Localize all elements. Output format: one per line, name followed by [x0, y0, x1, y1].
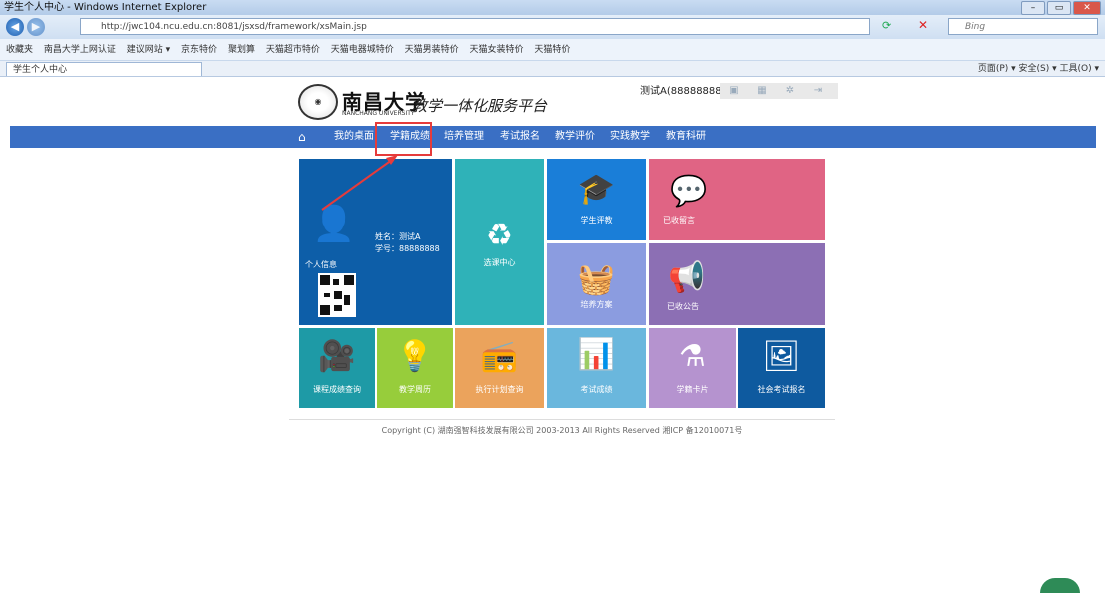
tile-training-plan[interactable]: 🧺 培养方案: [547, 243, 646, 325]
student-name: 姓名：测试A: [375, 232, 421, 241]
radio-icon: 📻: [480, 339, 519, 374]
favorite-item[interactable]: 天猫超市特价: [266, 45, 320, 55]
tile-teaching-calendar[interactable]: 💡 教学周历: [377, 328, 453, 408]
avatar[interactable]: ▣: [720, 83, 748, 99]
tile-student-eval[interactable]: 🎓 学生评教: [547, 159, 646, 240]
favorite-item[interactable]: 天猫特价: [534, 45, 570, 55]
speech-bubble-icon: 💬: [670, 174, 708, 209]
student-id: 学号：88888888: [375, 244, 440, 253]
tab-bar: 学生个人中心 页面(P) ▾ 安全(S) ▾ 工具(O) ▾: [0, 61, 1105, 77]
favorites-bar: 收藏夹 南昌大学上网认证 建议网站 ▾ 京东特价 聚划算 天猫超市特价 天猫电器…: [0, 39, 1105, 61]
minimize-button[interactable]: –: [1021, 1, 1045, 15]
grid-icon[interactable]: ▦: [748, 83, 776, 99]
tile-label: 教学周历: [399, 385, 431, 394]
tile-exec-plan[interactable]: 📻 执行计划查询: [455, 328, 544, 408]
favorite-item[interactable]: 天猫电器城特价: [331, 45, 394, 55]
tile-label: 个人信息: [305, 260, 337, 269]
tile-label: 已收留言: [663, 216, 695, 225]
lamp-icon: 💡: [396, 339, 434, 374]
favorite-item[interactable]: 京东特价: [181, 45, 217, 55]
university-name-en: NANCHANG UNIVERSITY: [342, 110, 415, 117]
refresh-icon[interactable]: ⟳: [882, 19, 891, 32]
search-input[interactable]: Bing: [948, 18, 1098, 35]
browser-tab[interactable]: 学生个人中心: [6, 62, 202, 76]
command-bar[interactable]: 页面(P) ▾ 安全(S) ▾ 工具(O) ▾: [978, 62, 1099, 76]
tile-status-card[interactable]: ⚗ 学籍卡片: [649, 328, 736, 408]
tile-social-exam[interactable]: 🖼 社会考试报名: [738, 328, 825, 408]
tile-label: 已收公告: [667, 302, 699, 311]
university-emblem-icon: ◉: [298, 84, 338, 120]
nav-item-exam-signup[interactable]: 考试报名: [500, 126, 540, 148]
graduation-cap-icon: 🎓: [577, 172, 616, 207]
flask-icon: ⚗: [679, 339, 706, 374]
bar-chart-icon: 📊: [577, 337, 616, 372]
favorite-item[interactable]: 建议网站 ▾: [127, 45, 170, 55]
close-button[interactable]: ✕: [1073, 1, 1101, 15]
back-icon[interactable]: ◀: [6, 18, 24, 36]
tile-received-notice[interactable]: 📢 已收公告: [649, 243, 825, 325]
favorite-item[interactable]: 天猫女装特价: [470, 45, 524, 55]
highlight-box: [375, 122, 432, 156]
home-icon[interactable]: ⌂: [298, 126, 306, 148]
address-bar[interactable]: http://jwc104.ncu.edu.cn:8081/jsxsd/fram…: [80, 18, 870, 35]
tile-label: 执行计划查询: [475, 385, 524, 394]
window-title-bar: 学生个人中心 - Windows Internet Explorer – ▭ ✕: [0, 0, 1105, 15]
tile-course-center[interactable]: ♻ 选课中心: [455, 159, 544, 325]
basket-icon: 🧺: [577, 262, 616, 297]
forward-icon[interactable]: ▶: [27, 18, 45, 36]
platform-title: 教学一体化服务平台: [412, 97, 548, 115]
copyright-text: Copyright (C) 湖南强智科技发展有限公司 2003-2013 All…: [381, 426, 743, 435]
user-icon: 👤: [312, 204, 356, 244]
nav-item-practice[interactable]: 实践教学: [610, 126, 650, 148]
easel-icon: 🖼: [762, 339, 801, 374]
logout-icon[interactable]: ⇥: [804, 83, 832, 99]
tile-label: 考试成绩: [580, 385, 613, 394]
footer-divider: [289, 419, 835, 420]
qr-code-icon: [318, 273, 356, 317]
tile-course-grades[interactable]: 🎥 课程成绩查询: [299, 328, 375, 408]
maximize-button[interactable]: ▭: [1047, 1, 1071, 15]
favorite-item[interactable]: 南昌大学上网认证: [44, 45, 116, 55]
nav-item-desktop[interactable]: 我的桌面: [334, 126, 374, 148]
window-title: 学生个人中心 - Windows Internet Explorer: [4, 2, 207, 13]
gear-icon[interactable]: ✲: [776, 83, 804, 99]
tile-label: 培养方案: [580, 300, 613, 309]
tile-exam-grades[interactable]: 📊 考试成绩: [547, 328, 646, 408]
tile-received-msgs[interactable]: 💬 已收留言: [649, 159, 825, 240]
favorite-item[interactable]: 聚划算: [228, 45, 255, 55]
tile-label: 学籍卡片: [676, 385, 709, 394]
tile-label: 学生评教: [580, 216, 613, 225]
video-camera-icon: 🎥: [318, 339, 356, 374]
favorite-item[interactable]: 天猫男装特价: [405, 45, 459, 55]
nav-item-research[interactable]: 教育科研: [666, 126, 706, 148]
status-badge: [1040, 578, 1080, 593]
tile-label: 社会考试报名: [757, 385, 806, 394]
tile-label: 选课中心: [483, 258, 516, 267]
browser-nav-bar: ◀ ▶ http://jwc104.ncu.edu.cn:8081/jsxsd/…: [0, 15, 1105, 39]
nav-item-training[interactable]: 培养管理: [444, 126, 484, 148]
nav-item-teaching-eval[interactable]: 教学评价: [555, 126, 595, 148]
recycle-icon: ♻: [486, 218, 513, 253]
megaphone-icon: 📢: [668, 260, 706, 295]
tile-label: 课程成绩查询: [313, 385, 361, 394]
user-toolbar: ▣ ▦ ✲ ⇥: [720, 83, 838, 99]
main-nav: ⌂ 我的桌面 学籍成绩 培养管理 考试报名 教学评价 实践教学 教育科研: [10, 126, 1096, 148]
favorite-item[interactable]: 收藏夹: [6, 45, 33, 55]
stop-icon[interactable]: ✕: [918, 18, 928, 32]
